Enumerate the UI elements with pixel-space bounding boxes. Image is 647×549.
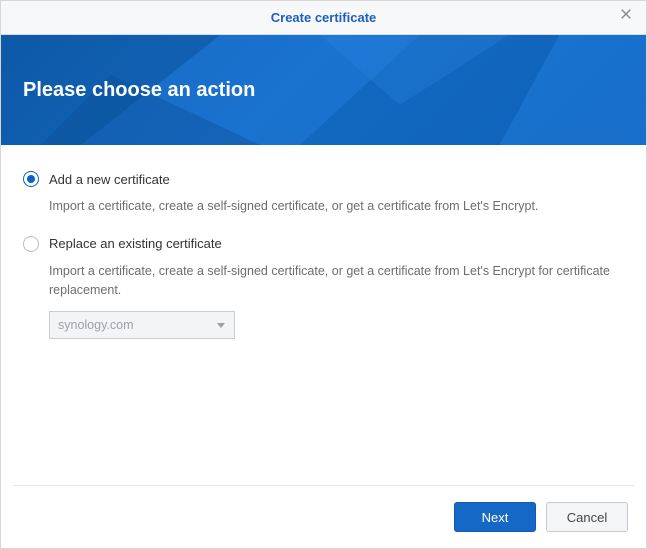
option-replace-certificate: Replace an existing certificate Import a… [23, 236, 624, 340]
option-label: Add a new certificate [49, 172, 170, 187]
banner: Please choose an action [1, 35, 646, 145]
radio-icon [23, 171, 39, 187]
option-description: Import a certificate, create a self-sign… [49, 262, 624, 300]
radio-replace-certificate[interactable]: Replace an existing certificate [23, 236, 624, 252]
radio-icon [23, 236, 39, 252]
next-button[interactable]: Next [454, 502, 536, 532]
dialog-title: Create certificate [1, 10, 646, 25]
content-area: Add a new certificate Import a certifica… [1, 145, 646, 485]
option-add-certificate: Add a new certificate Import a certifica… [23, 171, 624, 216]
option-description: Import a certificate, create a self-sign… [49, 197, 624, 216]
option-label: Replace an existing certificate [49, 236, 222, 251]
titlebar: Create certificate [1, 1, 646, 35]
certificate-dropdown[interactable]: synology.com [49, 311, 235, 339]
close-icon[interactable] [616, 7, 636, 27]
footer: Next Cancel [1, 486, 646, 548]
radio-add-certificate[interactable]: Add a new certificate [23, 171, 624, 187]
create-certificate-dialog: Create certificate Please choose an acti… [0, 0, 647, 549]
banner-heading: Please choose an action [23, 79, 255, 102]
dropdown-value: synology.com [58, 318, 134, 332]
chevron-down-icon [216, 320, 226, 330]
cancel-button[interactable]: Cancel [546, 502, 628, 532]
